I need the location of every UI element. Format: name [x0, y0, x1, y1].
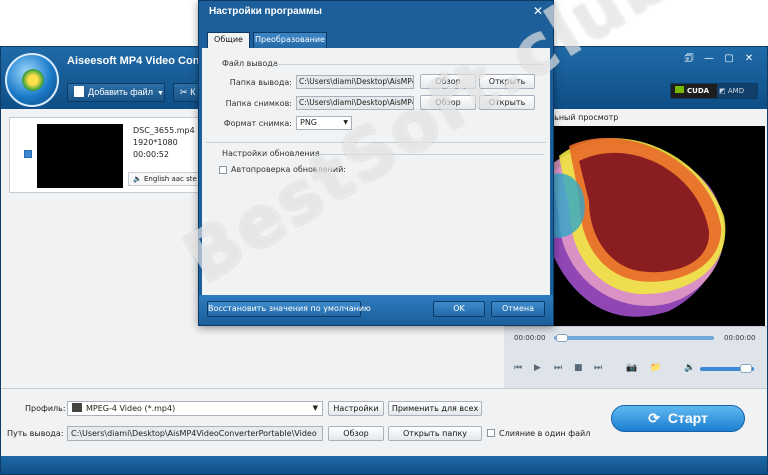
output-path-label: Путь вывода:: [7, 429, 64, 438]
refresh-icon: ⟳: [648, 410, 660, 426]
profile-value: MPEG-4 Video (*.mp4): [86, 404, 176, 413]
browse-button[interactable]: Обзор: [328, 426, 384, 441]
update-group-title: Настройки обновления: [222, 149, 320, 158]
speaker-icon: 🔈: [133, 175, 142, 183]
start-button[interactable]: ⟳ Старт: [611, 405, 745, 432]
start-label: Старт: [667, 410, 708, 426]
close-button[interactable]: ✕: [743, 53, 755, 65]
audio-track-select[interactable]: 🔈 English aac ste: [128, 172, 200, 186]
chevron-down-icon: ▼: [312, 404, 318, 412]
output-open-button[interactable]: Открыть: [479, 74, 535, 89]
snapshot-folder-label: Папка снимков:: [225, 99, 292, 108]
output-group-title: Файл вывода: [222, 59, 278, 68]
divider: [206, 142, 546, 143]
divider: [314, 154, 544, 155]
skip-back-icon[interactable]: ⏮: [514, 363, 522, 373]
logo-emblem: [22, 69, 44, 91]
scissors-icon: ✂: [180, 87, 188, 97]
snapshot-folder-field[interactable]: C:\Users\diami\Desktop\AisMP4V: [296, 96, 414, 110]
playback-controls: 00:00:00 00:00:00 ⏮ ▶ ⏭ ■ ⏭ 📷 📁 🔉: [504, 326, 767, 388]
output-folder-label: Папка вывода:: [229, 78, 292, 87]
file-resolution: 1920*1080: [133, 138, 178, 147]
status-strip: [1, 456, 767, 474]
film-icon: [72, 403, 82, 412]
minimize-button[interactable]: —: [703, 53, 715, 65]
clip-button[interactable]: ✂ К: [173, 83, 201, 102]
fast-forward-icon[interactable]: ⏭: [554, 363, 562, 373]
amd-icon: ◩: [719, 87, 726, 95]
folder-icon[interactable]: 📁: [650, 363, 661, 373]
apply-all-button[interactable]: Применить для всех: [388, 401, 482, 416]
maximize-button[interactable]: ▢: [723, 53, 735, 65]
snapshot-format-select[interactable]: PNG ▼: [296, 116, 352, 130]
file-list: DSC_3655.mp4 1920*1080 00:00:52 🔈 Englis…: [9, 117, 201, 193]
file-name: DSC_3655.mp4: [133, 126, 195, 135]
gpu-accel-box: CUDA ◩ AMD: [670, 83, 758, 99]
file-thumbnail[interactable]: [37, 124, 123, 188]
amd-toggle[interactable]: ◩ AMD: [719, 84, 757, 98]
volume-handle[interactable]: [740, 364, 752, 373]
amd-label: AMD: [727, 87, 745, 95]
add-file-icon: [74, 86, 84, 97]
time-current: 00:00:00: [514, 334, 546, 342]
seek-handle[interactable]: [556, 334, 568, 342]
profile-select[interactable]: MPEG-4 Video (*.mp4) ▼: [67, 401, 323, 416]
profile-label: Профиль:: [25, 404, 66, 413]
cuda-toggle[interactable]: CUDA: [671, 84, 717, 98]
add-file-button[interactable]: Добавить файл ▼: [67, 83, 165, 102]
output-browse-button[interactable]: Обзор: [420, 74, 476, 89]
cancel-button[interactable]: Отмена: [491, 301, 545, 317]
app-logo: [5, 53, 59, 107]
bottom-panel: Профиль: MPEG-4 Video (*.mp4) ▼ Настройки…: [1, 388, 767, 454]
cuda-label: CUDA: [687, 87, 710, 95]
snapshot-format-label: Формат снимка:: [223, 119, 292, 128]
close-icon[interactable]: ✕: [531, 4, 545, 18]
time-total: 00:00:00: [724, 334, 756, 342]
volume-icon[interactable]: 🔉: [684, 363, 695, 373]
settings-button[interactable]: Настройки: [328, 401, 384, 416]
play-icon[interactable]: ▶: [534, 363, 541, 373]
nvidia-icon: [675, 86, 684, 93]
skip-end-icon[interactable]: ⏭: [594, 363, 602, 373]
restore-defaults-button[interactable]: Восстановить значения по умолчанию: [207, 301, 371, 317]
dialog-title: Настройки программы: [209, 6, 322, 17]
audio-track-label: English aac ste: [143, 175, 197, 183]
clip-label: К: [190, 87, 196, 97]
ok-button[interactable]: OK: [433, 301, 485, 317]
window-controls: 🗊 — ▢ ✕: [679, 53, 759, 67]
output-path-field[interactable]: C:\Users\diami\Desktop\AisMP4VideoConver…: [67, 426, 323, 441]
merge-label: Слияние в один файл: [499, 429, 591, 438]
output-folder-field[interactable]: C:\Users\diami\Desktop\AisMP4V: [296, 75, 414, 89]
snapshot-format-value: PNG: [300, 118, 318, 127]
stop-icon[interactable]: ■: [574, 363, 583, 373]
chevron-down-icon: ▼: [343, 119, 348, 126]
add-file-label: Добавить файл: [88, 87, 153, 97]
feedback-icon[interactable]: 🗊: [683, 53, 695, 65]
auto-update-label: Автопроверка обновлений:: [231, 165, 346, 174]
open-folder-button[interactable]: Открыть папку: [388, 426, 482, 441]
divider: [276, 64, 544, 65]
tab-conversion[interactable]: Преобразование: [253, 32, 327, 48]
file-duration: 00:00:52: [133, 150, 169, 159]
seek-bar[interactable]: [554, 336, 714, 340]
camera-icon[interactable]: 📷: [626, 363, 637, 373]
snapshot-browse-button[interactable]: Обзор: [420, 95, 476, 110]
file-checkbox[interactable]: [24, 150, 32, 158]
auto-update-checkbox[interactable]: [219, 166, 227, 174]
dialog-footer: Восстановить значения по умолчанию OK От…: [199, 295, 553, 325]
preview-image: [549, 137, 726, 317]
merge-checkbox[interactable]: [487, 429, 495, 437]
chevron-down-icon: ▼: [156, 90, 164, 97]
preview-screen: [549, 126, 765, 326]
tab-general[interactable]: Общие: [207, 32, 250, 49]
preview-label: льный просмотр: [549, 113, 619, 122]
settings-dialog: Настройки программы ✕ Общие Преобразован…: [198, 0, 554, 326]
snapshot-open-button[interactable]: Открыть: [479, 95, 535, 110]
dialog-body: Файл вывода Папка вывода: C:\Users\diami…: [202, 48, 550, 295]
